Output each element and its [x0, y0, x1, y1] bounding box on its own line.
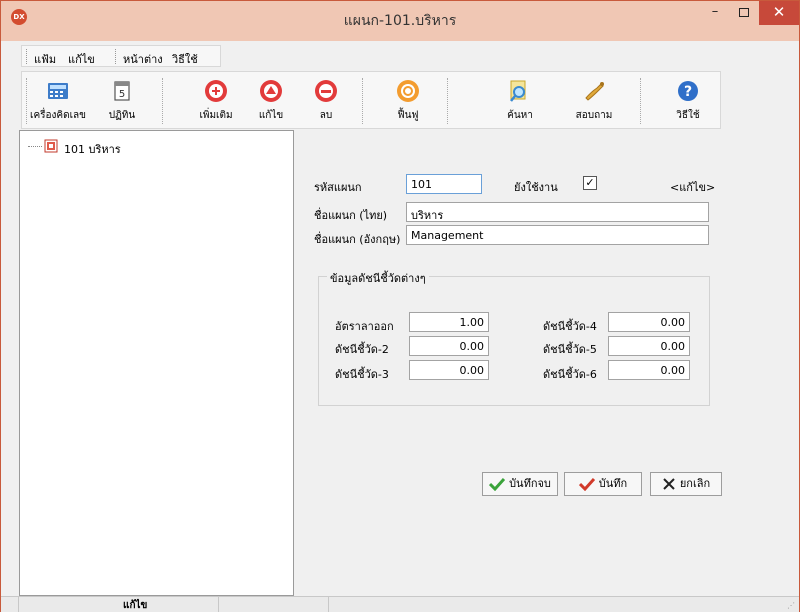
help-label: วิธีใช้ — [676, 110, 700, 121]
menu-grip[interactable] — [26, 49, 28, 64]
indicator-input[interactable]: 0.00 — [608, 336, 690, 356]
menu-grip[interactable] — [115, 49, 117, 64]
name-th-input[interactable]: บริหาร — [406, 202, 709, 222]
calendar-icon: 5 — [114, 81, 130, 101]
toolbar-grip[interactable] — [26, 78, 28, 124]
svg-text:5: 5 — [119, 89, 125, 100]
refresh-button[interactable]: ฟื้นฟู — [380, 76, 436, 126]
toolbar-separator — [640, 78, 642, 124]
menu-window[interactable]: หน้าต่าง — [123, 50, 163, 68]
menu-file[interactable]: แฟ้ม — [34, 50, 56, 68]
name-th-label: ชื่อแผนก (ไทย) — [314, 209, 388, 222]
toolbar-separator — [162, 78, 164, 124]
status-bar: แก้ไข ⋰ — [1, 596, 799, 612]
indicators-group: ข้อมูลดัชนีชี้วัดต่างๆ อัตราลาออก 1.00 ด… — [318, 269, 710, 406]
add-label: เพิ่มเติม — [199, 110, 233, 121]
status-cell — [1, 597, 19, 612]
find-label: ค้นหา — [507, 110, 533, 121]
query-label: สอบถาม — [575, 110, 613, 121]
indicator-input[interactable]: 1.00 — [409, 312, 489, 332]
calendar-button[interactable]: 5 ปฏิทิน — [94, 76, 150, 126]
department-form: รหัสแผนก 101 ยังใช้งาน ✓ <แก้ไข> ชื่อแผน… — [296, 130, 799, 596]
add-button[interactable]: เพิ่มเติม — [188, 76, 244, 126]
find-button[interactable]: ค้นหา — [492, 76, 548, 126]
indicator-input[interactable]: 0.00 — [409, 360, 489, 380]
help-button[interactable]: ? วิธีใช้ — [660, 76, 716, 126]
svg-text:?: ? — [684, 84, 692, 100]
delete-circle-icon — [315, 80, 337, 102]
status-cell-mode: แก้ไข — [19, 597, 219, 612]
edit-button[interactable]: แก้ไข — [243, 76, 299, 126]
tree-connector — [28, 146, 42, 147]
tree-node-label: 101 บริหาร — [64, 143, 121, 156]
maximize-icon — [739, 8, 749, 17]
indicator-label: ดัชนีชี้วัด-5 — [543, 343, 597, 356]
indicator-input[interactable]: 0.00 — [608, 312, 690, 332]
check-green-icon — [489, 477, 506, 491]
active-label: ยังใช้งาน — [514, 181, 558, 194]
save-close-label: บันทึกจบ — [509, 477, 551, 490]
help-icon: ? — [678, 81, 698, 101]
indicator-input[interactable]: 0.00 — [608, 360, 690, 380]
menu-help[interactable]: วิธีใช้ — [172, 50, 198, 68]
cancel-label: ยกเลิก — [679, 477, 711, 490]
toolbar-separator — [447, 78, 449, 124]
close-button[interactable]: ✕ — [759, 1, 799, 25]
active-checkbox[interactable]: ✓ — [583, 176, 597, 190]
cancel-button[interactable]: ยกเลิก — [650, 472, 722, 496]
indicator-label: ดัชนีชี้วัด-6 — [543, 368, 597, 381]
calculator-button[interactable]: เครื่องคิดเลข — [30, 76, 86, 126]
status-cell — [219, 597, 329, 612]
menu-edit[interactable]: แก้ไข — [68, 50, 95, 68]
maximize-button[interactable] — [730, 1, 758, 25]
save-button[interactable]: บันทึก — [564, 472, 642, 496]
mode-label: <แก้ไข> — [670, 181, 716, 194]
calculator-icon — [48, 83, 68, 99]
menu-bar: แฟ้ม แก้ไข หน้าต่าง วิธีใช้ — [21, 45, 221, 67]
edit-label: แก้ไข — [258, 110, 284, 121]
indicator-label: ดัชนีชี้วัด-3 — [335, 368, 389, 381]
edit-circle-icon — [260, 80, 282, 102]
query-icon — [585, 82, 604, 101]
resize-grip-icon[interactable]: ⋰ — [787, 601, 797, 611]
toolbar: เครื่องคิดเลข 5 ปฏิทิน เพิ่มเติม แก้ไข ล… — [21, 71, 721, 129]
query-button[interactable]: สอบถาม — [566, 76, 622, 126]
refresh-label: ฟื้นฟู — [397, 110, 419, 121]
indicators-group-title: ข้อมูลดัชนีชี้วัดต่างๆ — [327, 269, 429, 287]
title-bar[interactable]: DX แผนก-101.บริหาร – ✕ — [1, 1, 799, 41]
dept-code-label: รหัสแผนก — [314, 181, 362, 194]
app-window: DX แผนก-101.บริหาร – ✕ แฟ้ม แก้ไข หน้าต่… — [0, 0, 800, 612]
name-en-input[interactable]: Management — [406, 225, 709, 245]
dept-code-input[interactable]: 101 — [406, 174, 482, 194]
calendar-label: ปฏิทิน — [108, 110, 136, 121]
refresh-icon — [397, 80, 419, 102]
toolbar-separator — [362, 78, 364, 124]
add-circle-icon — [205, 80, 227, 102]
search-icon — [510, 80, 526, 102]
department-icon — [44, 139, 58, 153]
name-en-label: ชื่อแผนก (อังกฤษ) — [314, 233, 401, 246]
calculator-label: เครื่องคิดเลข — [30, 110, 86, 121]
window-title: แผนก-101.บริหาร — [343, 13, 457, 29]
status-mode-text: แก้ไข — [123, 600, 148, 611]
delete-button[interactable]: ลบ — [298, 76, 354, 126]
indicator-label: อัตราลาออก — [335, 320, 394, 333]
minimize-button[interactable]: – — [701, 1, 729, 25]
delete-label: ลบ — [319, 110, 333, 121]
check-red-icon — [578, 477, 595, 491]
save-label: บันทึก — [598, 477, 628, 490]
close-icon — [663, 478, 675, 490]
indicator-label: ดัชนีชี้วัด-4 — [543, 320, 597, 333]
indicator-label: ดัชนีชี้วัด-2 — [335, 343, 389, 356]
indicator-input[interactable]: 0.00 — [409, 336, 489, 356]
department-tree[interactable]: 101 บริหาร — [19, 130, 294, 596]
save-close-button[interactable]: บันทึกจบ — [482, 472, 558, 496]
